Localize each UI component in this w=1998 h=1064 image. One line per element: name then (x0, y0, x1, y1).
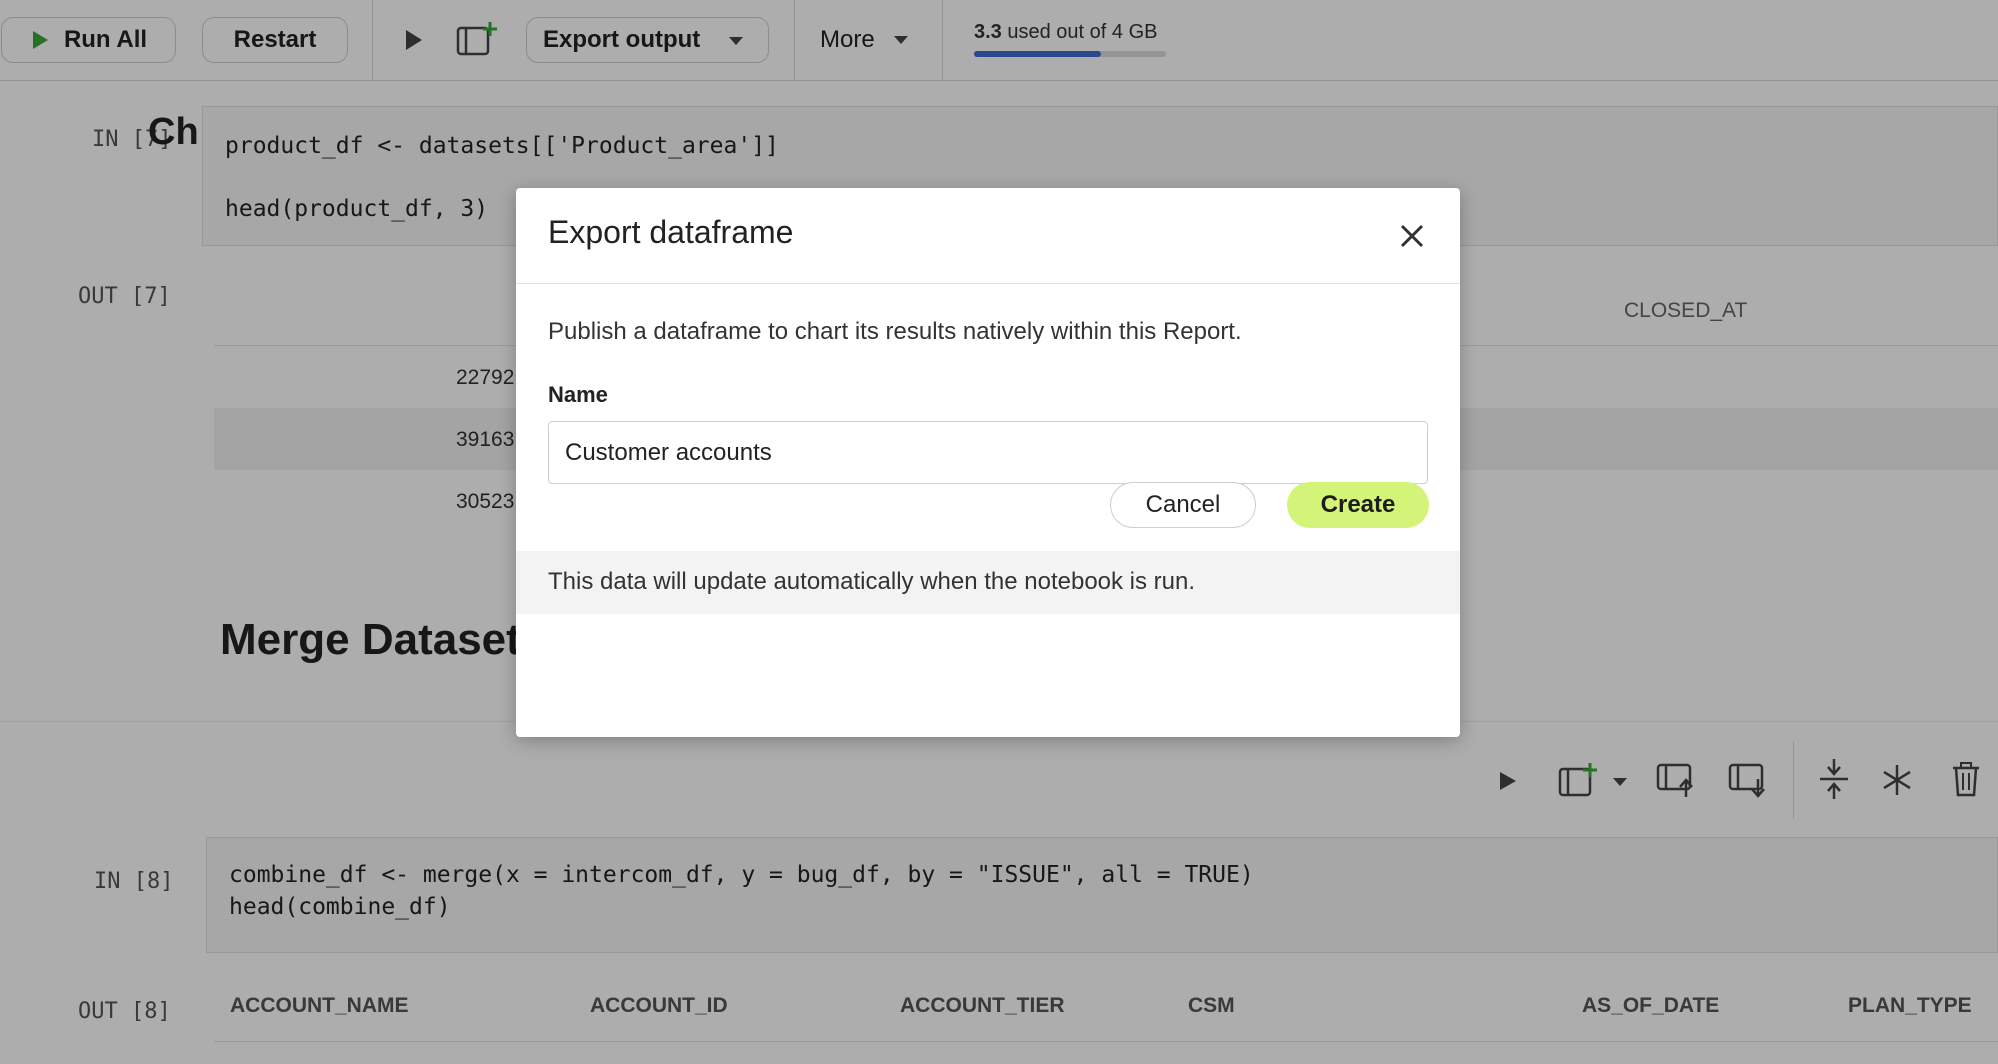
cancel-label: Cancel (1145, 491, 1221, 518)
name-input[interactable] (548, 421, 1428, 484)
auto-update-note-text: This data will update automatically when… (548, 568, 1196, 595)
auto-update-note: This data will update automatically when… (516, 551, 1460, 614)
dialog-description: Publish a dataframe to chart its results… (548, 318, 1242, 345)
create-label: Create (1320, 491, 1396, 518)
dialog-header: Export dataframe (516, 188, 1460, 284)
dialog-title: Export dataframe (548, 214, 794, 250)
cancel-button[interactable]: Cancel (1110, 482, 1256, 528)
export-dataframe-dialog: Export dataframe Publish a dataframe to … (516, 188, 1460, 737)
close-icon[interactable] (1394, 218, 1430, 254)
create-button[interactable]: Create (1287, 482, 1429, 528)
name-field-label: Name (548, 382, 608, 407)
